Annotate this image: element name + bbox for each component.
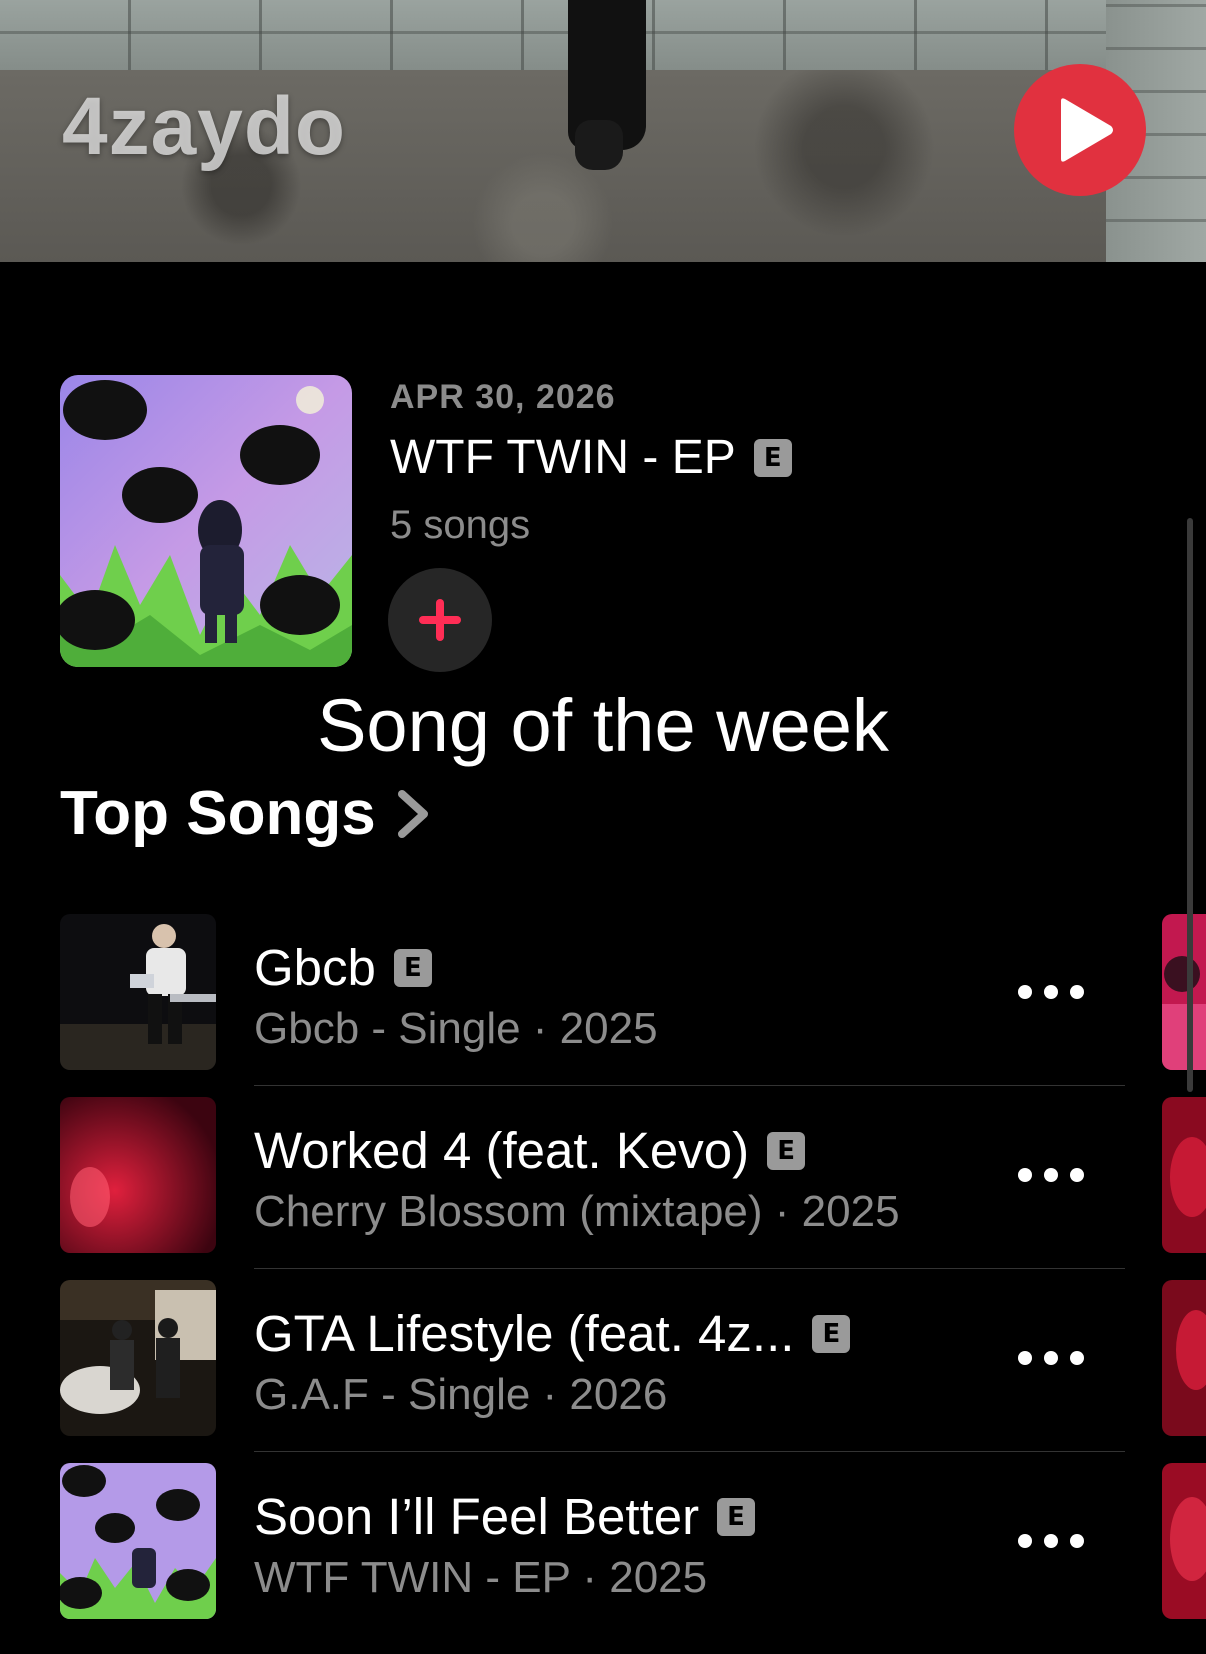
row-divider [254,1085,1125,1086]
row-divider [254,1268,1125,1269]
song-title-row: Worked 4 (feat. Kevo) E [254,1121,806,1180]
next-column-artwork[interactable] [1162,1463,1206,1619]
release-artwork-image [60,375,352,667]
song-title: Gbcb [254,939,376,996]
song-subtitle: WTF TWIN - EP · 2025 [254,1553,708,1602]
more-options-button[interactable] [1018,1523,1084,1559]
song-artwork [60,914,216,1070]
explicit-badge: E [717,1497,756,1536]
song-row[interactable]: Soon I’ll Feel Better E WTF TWIN - EP · … [0,1463,1206,1646]
ellipsis-dot [1044,985,1058,999]
ellipsis-dot [1044,1168,1058,1182]
song-title-row: Soon I’ll Feel Better E [254,1487,756,1546]
song-title: GTA Lifestyle (feat. 4z... [254,1305,795,1362]
top-songs-title: Top Songs [60,779,376,848]
song-subtitle: Cherry Blossom (mixtape) · 2025 [254,1187,900,1236]
song-artwork [60,1463,216,1619]
explicit-badge: E [393,948,432,987]
ellipsis-dot [1018,1534,1032,1548]
ellipsis-dot [1070,985,1084,999]
ellipsis-dot [1070,1168,1084,1182]
release-song-count: 5 songs [390,503,531,547]
song-row[interactable]: GTA Lifestyle (feat. 4z... E G.A.F - Sin… [0,1280,1206,1463]
vertical-scrollbar[interactable] [1187,518,1193,1092]
more-options-button[interactable] [1018,1157,1084,1193]
next-column-artwork[interactable] [1162,1097,1206,1253]
artist-hero: 4zaydo [0,0,1206,262]
song-row[interactable]: Gbcb E Gbcb - Single · 2025 [0,914,1206,1097]
song-of-the-week-caption: Song of the week [317,684,889,767]
explicit-badge: E [767,1131,806,1170]
artist-name: 4zaydo [62,81,346,172]
play-icon [1061,98,1113,162]
song-title-row: GTA Lifestyle (feat. 4z... E [254,1304,851,1363]
song-title: Worked 4 (feat. Kevo) [254,1122,750,1179]
song-title-row: Gbcb E [254,938,432,997]
row-divider [254,1451,1125,1452]
song-subtitle: Gbcb - Single · 2025 [254,1004,658,1053]
more-options-button[interactable] [1018,974,1084,1010]
ellipsis-dot [1018,985,1032,999]
next-column-artwork[interactable] [1162,914,1206,1070]
chevron-right-icon [397,789,428,838]
plus-icon [419,599,461,641]
song-subtitle: G.A.F - Single · 2026 [254,1370,668,1419]
ellipsis-dot [1070,1351,1084,1365]
ellipsis-dot [1018,1351,1032,1365]
add-release-button[interactable] [388,568,492,672]
release-artwork[interactable] [60,375,352,667]
release-title-row[interactable]: WTF TWIN - EP E [390,430,792,485]
explicit-badge: E [812,1314,851,1353]
song-artwork [60,1280,216,1436]
ellipsis-dot [1044,1351,1058,1365]
next-column-artwork[interactable] [1162,1280,1206,1436]
ellipsis-dot [1018,1168,1032,1182]
more-options-button[interactable] [1018,1340,1084,1376]
ellipsis-dot [1044,1534,1058,1548]
top-songs-header[interactable]: Top Songs [60,778,430,849]
explicit-badge: E [753,438,792,477]
release-date: APR 30, 2026 [390,378,616,416]
ellipsis-dot [1070,1534,1084,1548]
hero-shoe [575,120,623,170]
song-row[interactable]: Worked 4 (feat. Kevo) E Cherry Blossom (… [0,1097,1206,1280]
song-title: Soon I’ll Feel Better [254,1488,700,1545]
play-button[interactable] [1014,64,1146,196]
song-artwork [60,1097,216,1253]
release-title: WTF TWIN - EP [390,431,736,484]
